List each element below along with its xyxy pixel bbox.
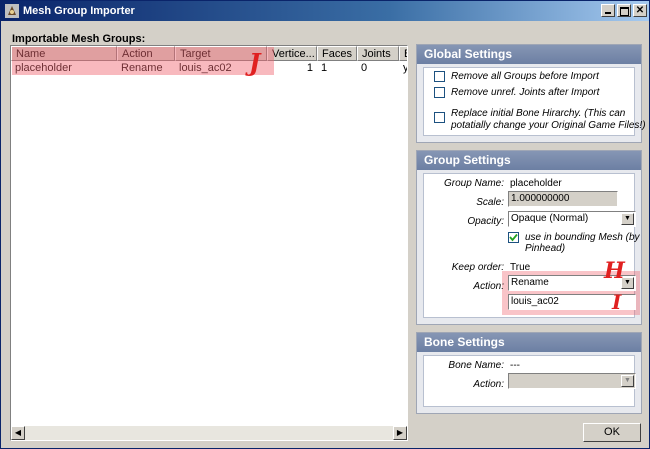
mesh-groups-list[interactable]: Name Action Target Vertice... Faces Join… [10, 45, 408, 441]
highlight-selected-row [12, 47, 274, 75]
action-label: Action: [473, 281, 504, 292]
annotation-mark-i: I [612, 290, 622, 314]
check-icon [509, 233, 518, 242]
importable-groups-label: Importable Mesh Groups: [12, 33, 146, 45]
global-settings-panel: Global Settings Remove all Groups before… [416, 44, 646, 143]
group-name-value: placeholder [510, 178, 562, 189]
cell-joints: 0 [361, 62, 368, 74]
scale-input[interactable]: 1.000000000 [508, 191, 618, 207]
bone-action-select[interactable]: ▼ [508, 373, 636, 389]
minimize-button[interactable] [601, 4, 615, 17]
chevron-down-icon[interactable]: ▼ [621, 375, 634, 387]
app-icon [5, 4, 19, 18]
replace-bone-label-line2: potatially change your Original Game Fil… [451, 120, 646, 131]
bounding-mesh-checkbox[interactable] [508, 232, 519, 243]
opacity-selected-value: Opaque (Normal) [511, 213, 589, 224]
close-icon: ✕ [635, 5, 645, 16]
bounding-mesh-label-line1: use in bounding Mesh (by [525, 232, 640, 243]
mesh-group-importer-window: Mesh Group Importer ✕ Importable Mesh Gr… [0, 0, 650, 449]
global-settings-body: Remove all Groups before Import Remove u… [423, 67, 646, 136]
replace-bone-label: Replace initial Bone Hirarchy. (This can… [451, 108, 646, 132]
annotation-mark-j: J [249, 48, 261, 77]
bone-settings-title: Bone Settings [417, 333, 641, 352]
bone-settings-panel: Bone Settings Bone Name: --- Action: ▼ [416, 332, 642, 414]
bone-name-value: --- [510, 360, 520, 371]
group-settings-body: Group Name: placeholder Scale: 1.0000000… [423, 173, 640, 318]
replace-bone-checkbox[interactable] [434, 112, 445, 123]
column-header-b[interactable]: B [399, 46, 407, 61]
maximize-icon [619, 7, 629, 16]
scroll-left-button[interactable]: ◀ [11, 426, 25, 440]
close-button[interactable]: ✕ [633, 4, 647, 17]
remove-joints-checkbox[interactable] [434, 87, 445, 98]
group-settings-title: Group Settings [417, 151, 641, 170]
keep-order-label: Keep order: [451, 262, 504, 273]
bounding-mesh-label: use in bounding Mesh (by Pinhead) [525, 232, 640, 254]
group-name-label: Group Name: [443, 178, 504, 189]
remove-groups-label: Remove all Groups before Import [451, 71, 599, 82]
horizontal-scrollbar[interactable]: ◀ ▶ [11, 426, 407, 440]
bounding-mesh-label-line2: Pinhead) [525, 243, 566, 254]
arrow-left-icon: ◀ [14, 428, 22, 437]
cell-b: y [403, 62, 408, 74]
column-header-faces[interactable]: Faces [317, 46, 357, 61]
global-settings-title: Global Settings [417, 45, 641, 64]
minimize-icon [605, 12, 611, 14]
cell-faces: 1 [321, 62, 328, 74]
column-header-vertices[interactable]: Vertice... [267, 46, 317, 61]
scale-label: Scale: [476, 197, 504, 208]
opacity-select[interactable]: Opaque (Normal) ▼ [508, 211, 636, 227]
action-selected-value: Rename [511, 277, 549, 288]
bone-name-label: Bone Name: [448, 360, 504, 371]
remove-groups-checkbox[interactable] [434, 71, 445, 82]
title-bar[interactable]: Mesh Group Importer ✕ [1, 1, 649, 21]
annotation-mark-h: H [604, 258, 625, 284]
opacity-label: Opacity: [467, 216, 504, 227]
remove-joints-label: Remove unref. Joints after Import [451, 87, 600, 98]
bone-settings-body: Bone Name: --- Action: ▼ [423, 355, 636, 407]
cell-vertices: 1 [306, 62, 313, 74]
ok-button[interactable]: OK [583, 423, 641, 442]
column-header-joints[interactable]: Joints [357, 46, 399, 61]
group-settings-panel: Group Settings Group Name: placeholder S… [416, 150, 642, 325]
maximize-button[interactable] [617, 4, 631, 17]
arrow-right-icon: ▶ [396, 428, 404, 437]
chevron-down-icon[interactable]: ▼ [621, 213, 634, 225]
window-title: Mesh Group Importer [23, 5, 135, 17]
bone-action-label: Action: [473, 379, 504, 390]
scroll-right-button[interactable]: ▶ [393, 426, 407, 440]
replace-bone-label-line1: Replace initial Bone Hirarchy. (This can [451, 108, 626, 119]
